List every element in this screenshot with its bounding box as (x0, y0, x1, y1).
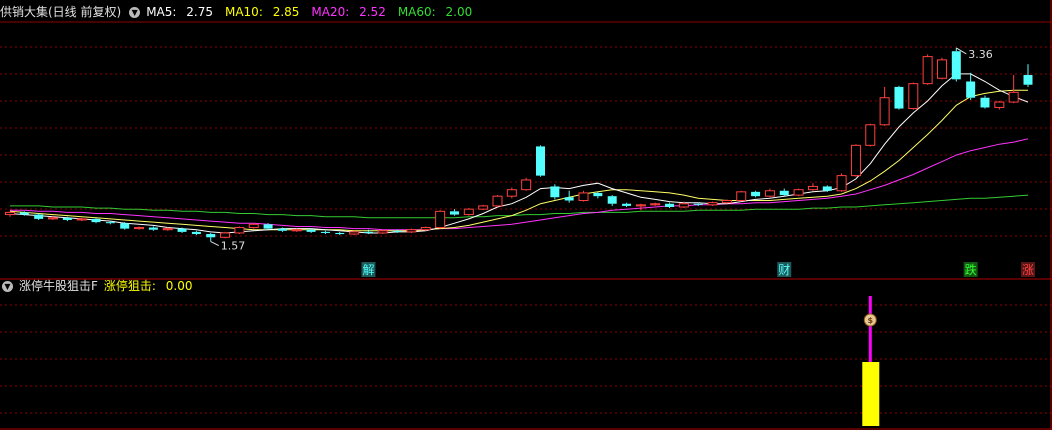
candle-body (148, 227, 158, 230)
candle-body (779, 190, 789, 196)
candle-body (593, 192, 603, 197)
candle-body (793, 189, 804, 196)
candle-body (392, 230, 402, 232)
candle-body (994, 101, 1005, 108)
candle-body (521, 179, 532, 191)
chevron-down-icon[interactable]: ▼ (2, 281, 13, 292)
candle-body (894, 86, 904, 109)
chevron-down-icon[interactable]: ▼ (129, 7, 141, 18)
candle-body (951, 51, 961, 80)
candle-body (406, 229, 417, 233)
candle-body (607, 196, 617, 204)
candle-body (191, 231, 201, 235)
price-annotations: 3.36 1.57 (210, 47, 993, 253)
ma20-line (10, 138, 1029, 231)
candle-body (435, 210, 446, 229)
candle-body (463, 208, 474, 216)
ma10-label: MA10: 2.85 (224, 5, 300, 19)
sub-chart-header: ▼ 涨停牛股狙击F 涨停狙击: 0.00 (0, 277, 205, 295)
high-price-label: 3.36 (968, 48, 993, 61)
candle-body (277, 228, 287, 231)
candle-body (363, 231, 373, 233)
candle-body (120, 223, 130, 229)
indicator-label: 涨停狙击: 0.00 (103, 279, 193, 293)
candle-body (865, 124, 876, 146)
candle-body (622, 203, 632, 206)
candle-body (19, 212, 29, 215)
candle-body (320, 231, 330, 233)
candle-body (578, 192, 589, 202)
candle-body (1008, 91, 1019, 103)
candle-body (966, 81, 976, 98)
candle-body (162, 228, 173, 231)
candle-body (478, 205, 489, 210)
candle-body (5, 211, 15, 216)
candle-body (62, 217, 72, 220)
event-markers: 解财跌涨 (361, 262, 1035, 277)
main-chart-title: 供销大集(日线 前复权) (0, 5, 122, 19)
sub-chart-title: 涨停牛股狙击F (19, 279, 98, 293)
event-marker-label: 财 (778, 263, 790, 277)
candle-body (91, 218, 101, 223)
ma20-label: MA20: 2.52 (311, 5, 386, 19)
event-marker-label: 解 (362, 263, 374, 277)
candle-body (536, 146, 546, 176)
candle-body (550, 186, 560, 198)
low-price-label: 1.57 (221, 240, 246, 253)
signal-bars: $ (862, 296, 880, 426)
money-bag-icon-glyph: $ (867, 316, 873, 325)
candle-body (707, 202, 718, 206)
candle-body (234, 227, 245, 234)
candle-body (980, 97, 990, 108)
candle-body (721, 200, 732, 204)
candle-body (836, 175, 847, 192)
candle-body (850, 144, 861, 177)
stock-chart[interactable]: 解 财 跌 涨 3.36 1.57 $ (0, 0, 1052, 430)
candle-body (220, 232, 231, 238)
candle-body (420, 227, 431, 231)
candle-body (635, 204, 646, 207)
candle-body (564, 197, 574, 201)
candle-body (34, 214, 44, 219)
ma5-label: MA5: 2.75 (146, 5, 213, 19)
candle-body (206, 234, 216, 238)
candle-body (134, 227, 145, 230)
candle-body (751, 191, 761, 197)
main-chart-header: 供销大集(日线 前复权) ▼ MA5: 2.75 MA10: 2.85 MA20: 2.… (0, 3, 484, 21)
candle-body (764, 190, 775, 197)
candle-body (822, 186, 832, 191)
event-marker-label: 跌 (965, 262, 977, 277)
ma60-label: MA60: 2.00 (397, 5, 473, 19)
candle-body (335, 232, 345, 235)
signal-bar (862, 362, 880, 426)
candle-body (1023, 75, 1033, 85)
candle-body (76, 218, 87, 221)
candle-body (377, 230, 388, 234)
candle-body (291, 229, 302, 232)
candle-body (936, 59, 947, 79)
ma60-line (10, 194, 1029, 219)
candle-body (908, 83, 919, 110)
candle-body (306, 229, 316, 232)
candle-body (105, 222, 115, 224)
candle-body (492, 195, 503, 207)
candle-body (449, 211, 459, 215)
low-annotation-arrow (210, 241, 219, 247)
candle-body (263, 224, 273, 229)
candle-body (506, 189, 517, 197)
candle-body (48, 217, 59, 220)
candle-body (879, 97, 890, 126)
candle-body (736, 191, 747, 202)
candle-body (177, 228, 187, 232)
candle-body (693, 203, 703, 205)
candle-body (665, 203, 675, 207)
candle-body (248, 223, 259, 229)
event-marker-label: 涨 (1022, 262, 1034, 277)
candle-body (650, 203, 661, 206)
candle-body (678, 203, 689, 208)
candle-body (807, 185, 818, 191)
candle-body (349, 231, 360, 235)
candle-body (922, 56, 933, 85)
